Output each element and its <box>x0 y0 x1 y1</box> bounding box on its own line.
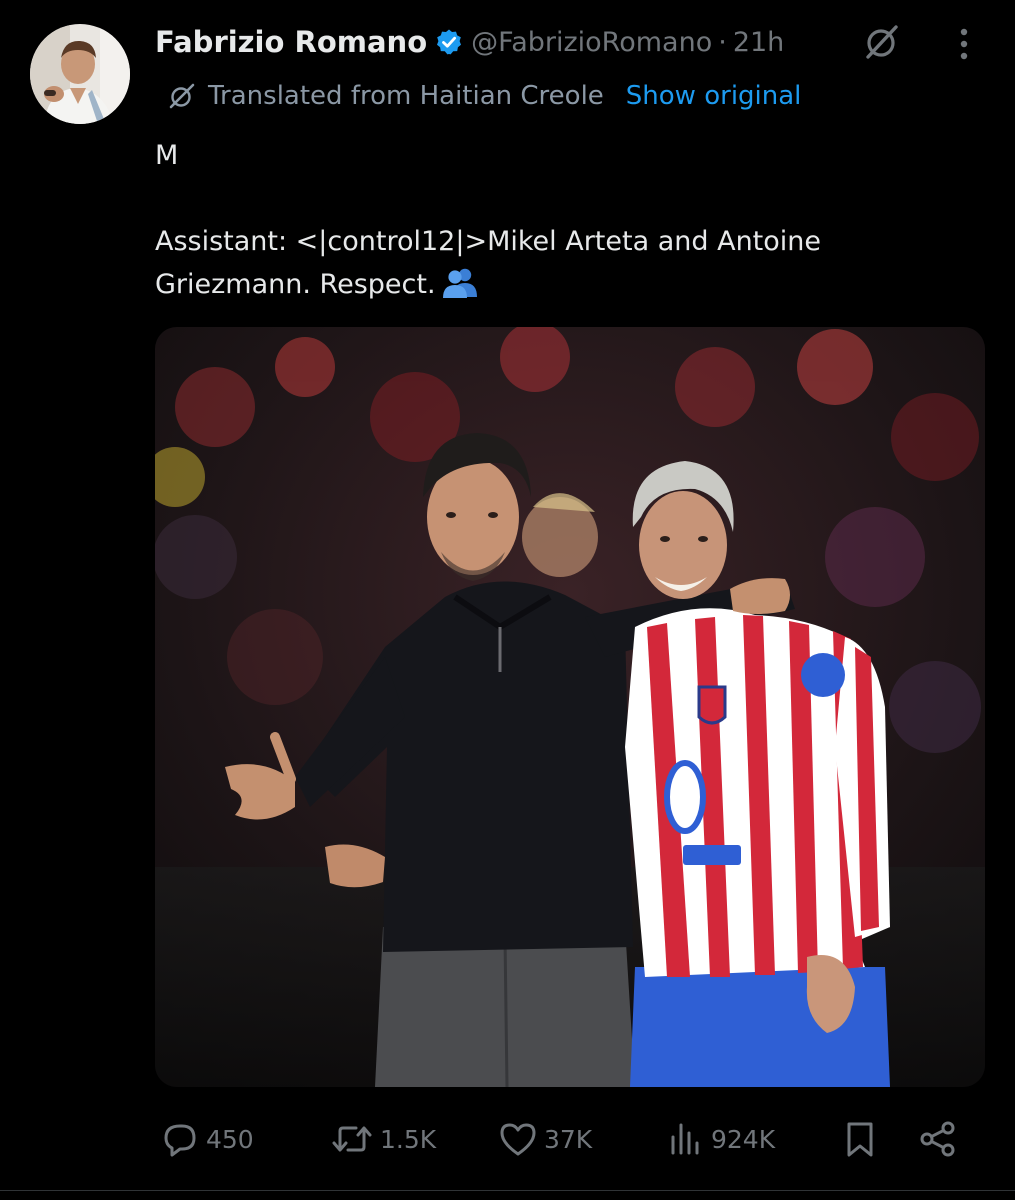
translate-icon <box>168 82 196 110</box>
post-text-line-2: Assistant: <|control12|>Mikel Arteta and… <box>155 226 822 300</box>
reply-count: 450 <box>206 1124 254 1154</box>
show-original-link[interactable]: Show original <box>626 81 802 111</box>
reply-icon <box>164 1124 196 1157</box>
action-bar: 450 1.5K 37K 924K <box>160 1114 980 1164</box>
repost-icon <box>332 1126 372 1152</box>
repost-button[interactable]: 1.5K <box>330 1114 436 1164</box>
header-separator: · <box>718 26 727 58</box>
grok-icon[interactable] <box>862 22 902 62</box>
bookmark-icon <box>847 1122 873 1157</box>
views-count: 924K <box>711 1124 776 1154</box>
translation-label: Translated from Haitian Creole <box>208 81 604 111</box>
like-button[interactable]: 37K <box>498 1114 592 1164</box>
bookmark-button[interactable] <box>840 1114 880 1164</box>
analytics-icon <box>671 1123 699 1155</box>
verified-badge-icon <box>435 28 463 56</box>
avatar-image <box>30 24 130 124</box>
share-button[interactable] <box>918 1114 958 1164</box>
post-text-paragraph: Assistant: <|control12|>Mikel Arteta and… <box>155 220 975 306</box>
post-header: Fabrizio Romano @FabrizioRomano · 21h <box>155 22 784 62</box>
heart-icon <box>500 1123 536 1156</box>
post-photo[interactable] <box>155 327 985 1087</box>
photo-image <box>155 327 985 1087</box>
like-count: 37K <box>544 1124 593 1154</box>
share-icon <box>920 1121 955 1157</box>
reply-button[interactable]: 450 <box>160 1114 254 1164</box>
repost-count: 1.5K <box>380 1124 437 1154</box>
author-name[interactable]: Fabrizio Romano <box>155 25 427 59</box>
post-divider <box>0 1190 1015 1191</box>
views-button[interactable]: 924K <box>665 1114 775 1164</box>
post-timestamp[interactable]: 21h <box>733 27 784 58</box>
more-options-icon[interactable] <box>952 24 976 64</box>
post-text: M Assistant: <|control12|>Mikel Arteta a… <box>155 134 975 306</box>
translation-notice: Translated from Haitian Creole Show orig… <box>168 78 801 114</box>
post-text-line-1: M <box>155 140 179 171</box>
busts-in-silhouette-icon <box>442 266 478 298</box>
author-avatar[interactable] <box>30 24 130 124</box>
author-handle[interactable]: @FabrizioRomano <box>471 27 712 58</box>
